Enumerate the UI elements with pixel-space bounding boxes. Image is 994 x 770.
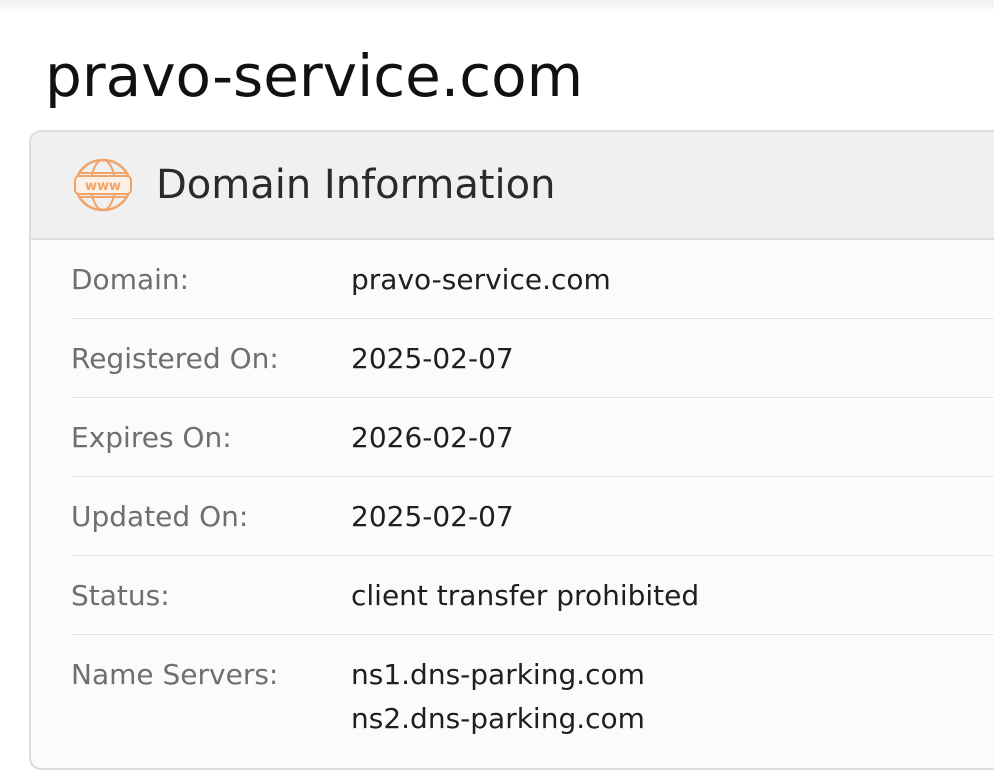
row-updated-on: Updated On: 2025-02-07 [71, 477, 994, 556]
domain-information-card: www Domain Information Domain: pravo-ser… [29, 130, 994, 770]
www-globe-icon: www [73, 157, 133, 213]
domain-details-list: Domain: pravo-service.com Registered On:… [31, 240, 994, 741]
card-header: www Domain Information [31, 132, 994, 240]
name-server-list: ns1.dns-parking.com ns2.dns-parking.com [351, 635, 645, 741]
row-value: 2025-02-07 [351, 500, 514, 533]
name-server: ns2.dns-parking.com [351, 702, 645, 735]
row-value: client transfer prohibited [351, 579, 700, 612]
card-title: Domain Information [156, 162, 556, 208]
row-label: Domain: [71, 263, 190, 296]
top-bar [0, 0, 994, 14]
row-label: Expires On: [71, 421, 232, 454]
page-title: pravo-service.com [45, 42, 584, 110]
svg-text:www: www [85, 179, 121, 194]
row-label: Registered On: [71, 342, 279, 375]
row-value: 2026-02-07 [351, 421, 514, 454]
row-name-servers: Name Servers: ns1.dns-parking.com ns2.dn… [71, 635, 994, 741]
row-value: 2025-02-07 [351, 342, 514, 375]
name-server: ns1.dns-parking.com [351, 658, 645, 691]
row-label: Status: [71, 579, 170, 612]
row-status: Status: client transfer prohibited [71, 556, 994, 635]
row-expires-on: Expires On: 2026-02-07 [71, 398, 994, 477]
row-label: Updated On: [71, 500, 249, 533]
row-registered-on: Registered On: 2025-02-07 [71, 319, 994, 398]
row-label: Name Servers: [71, 658, 279, 691]
row-value: pravo-service.com [351, 263, 611, 296]
row-domain: Domain: pravo-service.com [71, 240, 994, 319]
